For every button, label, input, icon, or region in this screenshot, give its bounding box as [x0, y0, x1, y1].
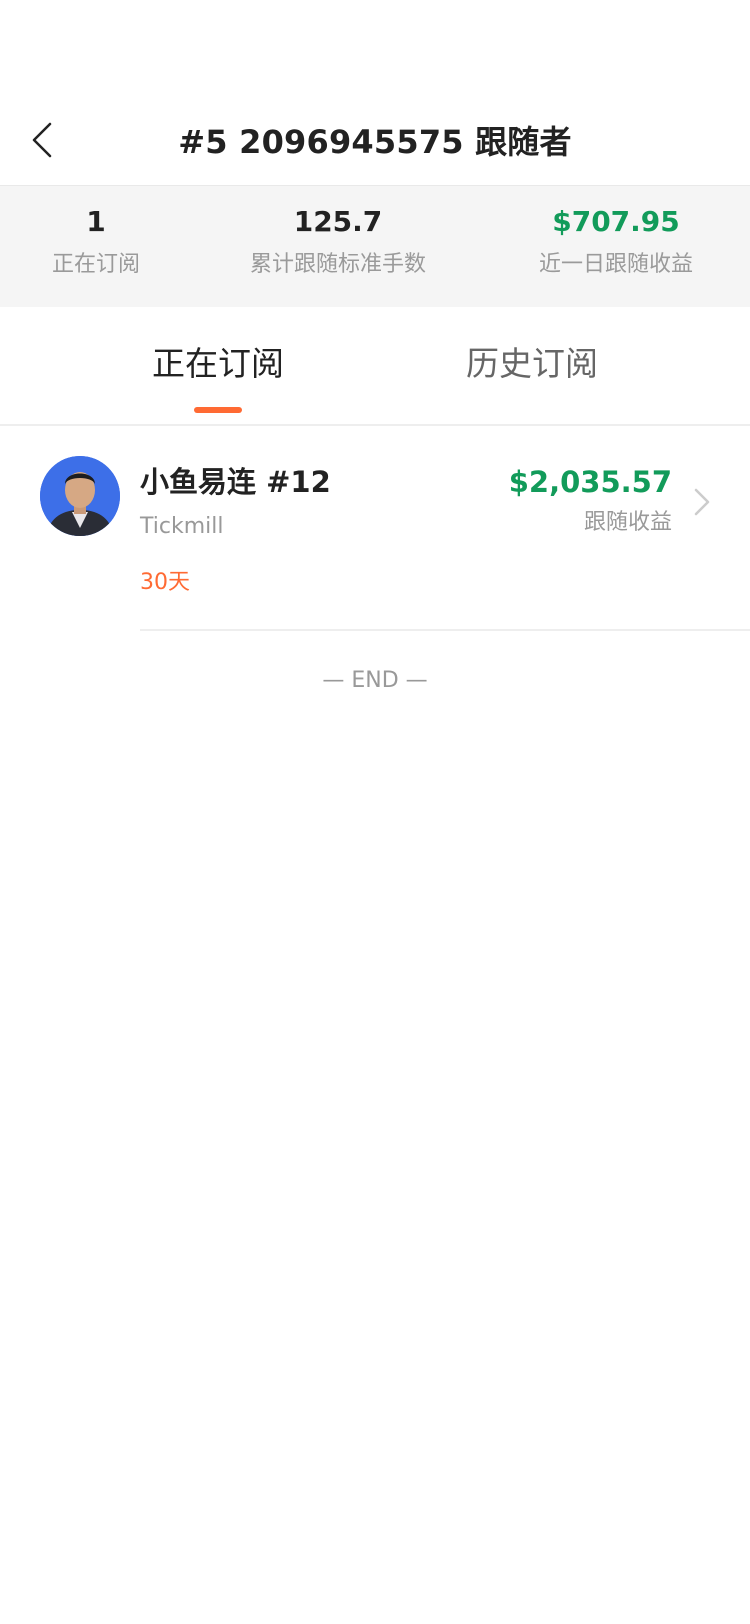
subscription-tabs: 正在订阅 历史订阅: [0, 306, 750, 426]
stat-subscribing: 1 正在订阅: [52, 204, 140, 280]
top-nav-bar: #5 2096945575 跟随者: [0, 96, 750, 184]
stat-daily-profit-value: $707.95: [552, 205, 680, 238]
tab-current-subscriptions[interactable]: 正在订阅: [152, 344, 284, 384]
follow-profit-value: $2,035.57: [508, 465, 672, 499]
chevron-right-icon: [694, 488, 710, 516]
stat-total-lots-label: 累计跟随标准手数: [249, 252, 427, 277]
subscription-duration: 30天: [140, 570, 190, 595]
stats-banner: 1 正在订阅 125.7 累计跟随标准手数 $707.95 近一日跟随收益: [0, 185, 750, 307]
stat-total-lots: 125.7 累计跟随标准手数: [250, 204, 426, 280]
back-button[interactable]: [22, 116, 62, 164]
active-tab-indicator: [194, 407, 242, 413]
stat-subscribing-label: 正在订阅: [51, 252, 141, 277]
stat-total-lots-value: 125.7: [293, 205, 383, 238]
list-end-marker: — END —: [322, 668, 428, 693]
chevron-left-icon: [32, 122, 52, 158]
item-divider: [140, 629, 750, 631]
tab-history-subscriptions[interactable]: 历史订阅: [466, 344, 598, 384]
trader-name: 小鱼易连 #12: [140, 465, 331, 499]
avatar: [40, 456, 120, 536]
follow-profit-label: 跟随收益: [583, 510, 672, 535]
stat-daily-profit: $707.95 近一日跟随收益: [539, 204, 693, 280]
stat-subscribing-value: 1: [86, 205, 106, 238]
list-item[interactable]: 小鱼易连 #12 Tickmill 30天 $2,035.57 跟随收益: [0, 426, 750, 631]
page-title: #5 2096945575 跟随者: [178, 123, 572, 161]
stat-daily-profit-label: 近一日跟随收益: [538, 252, 694, 277]
broker-name: Tickmill: [140, 514, 224, 539]
